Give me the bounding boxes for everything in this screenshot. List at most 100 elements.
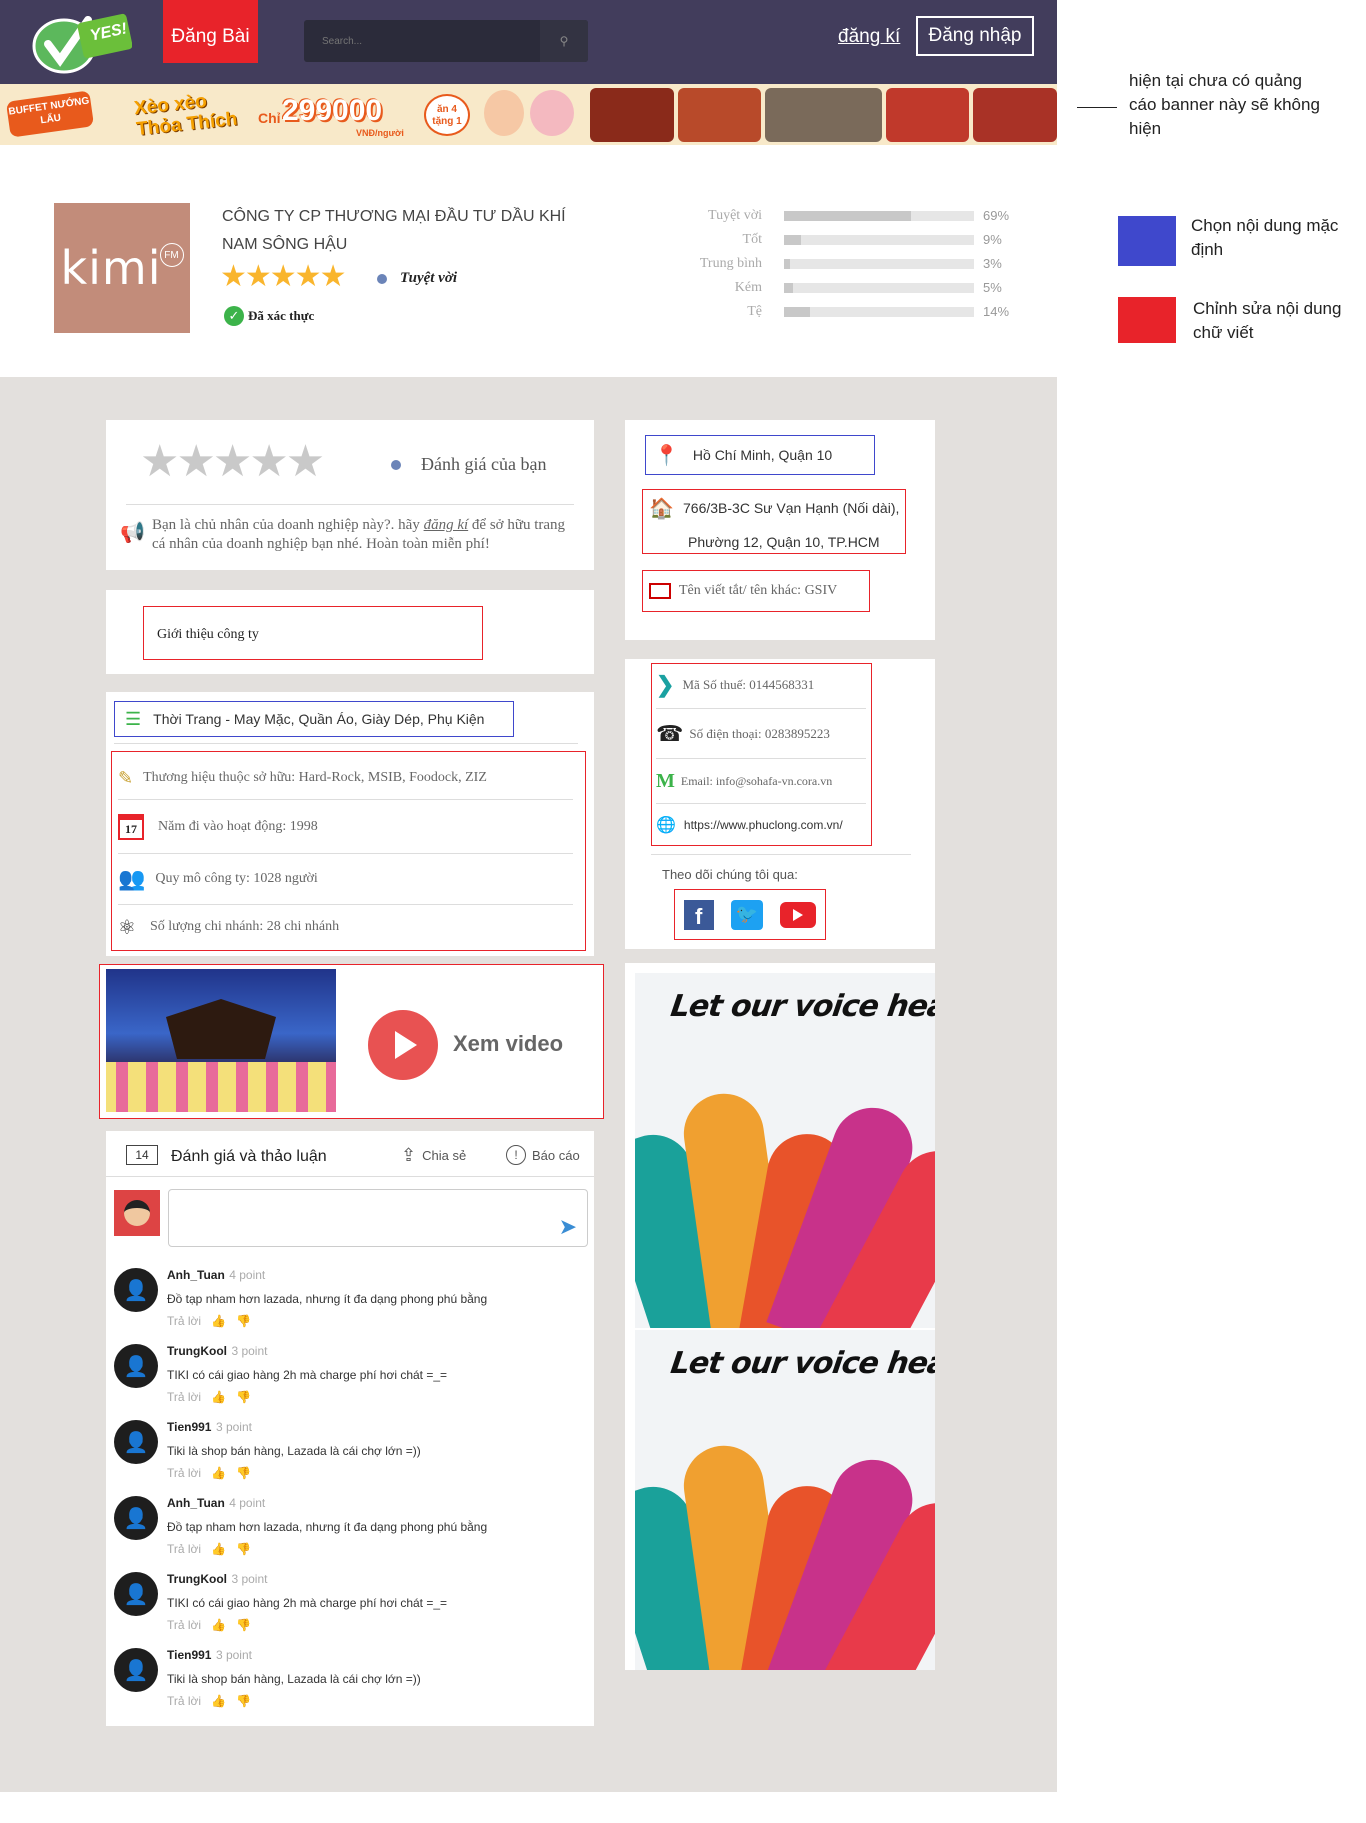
dislike-icon[interactable]: 👎 (236, 1466, 251, 1480)
rating-dot (391, 460, 401, 470)
menu-icon: ☰ (125, 708, 142, 729)
annotation-line (1077, 107, 1117, 108)
info-details[interactable]: ✎ Thương hiệu thuộc sở hữu: Hard-Rock, M… (111, 751, 586, 951)
discussion-title: Đánh giá và thảo luận (171, 1148, 327, 1165)
send-icon[interactable]: ➤ (559, 1214, 577, 1240)
comment-text: Đồ tạp nham hơn lazada, nhưng ít đa dạng… (167, 1520, 488, 1534)
network-icon: ⚛ (118, 916, 136, 939)
user-icon: 👤 (123, 1659, 149, 1682)
red-legend-label: Chỉnh sửa nội dung chữ viết (1193, 299, 1342, 342)
city-select[interactable]: 📍 Hồ Chí Minh, Quận 10 (645, 435, 875, 475)
search-button[interactable]: ⚲ (540, 20, 588, 62)
commenter-name[interactable]: TrungKool (167, 1344, 227, 1358)
verified-badge: ✓ Đã xác thực (224, 306, 314, 326)
user-icon: 👤 (123, 1355, 149, 1378)
reply-button[interactable]: Trả lời (167, 1466, 201, 1480)
globe-icon: 🌐 (656, 817, 676, 834)
commenter-name[interactable]: Anh_Tuan (167, 1496, 225, 1510)
reply-button[interactable]: Trả lời (167, 1390, 201, 1404)
like-icon[interactable]: 👍 (211, 1466, 226, 1480)
website-link[interactable]: https://www.phuclong.com.vn/ (684, 818, 843, 832)
reply-button[interactable]: Trả lời (167, 1694, 201, 1708)
dislike-icon[interactable]: 👎 (236, 1542, 251, 1556)
register-link[interactable]: đăng kí (838, 26, 900, 48)
category-select[interactable]: ☰ Thời Trang - May Mặc, Quần Áo, Giày Dé… (114, 701, 514, 737)
search-input[interactable] (304, 20, 540, 62)
reply-button[interactable]: Trả lời (167, 1314, 201, 1328)
commenter-name[interactable]: TrungKool (167, 1572, 227, 1586)
ad-headline-1: Let our voice heard! (668, 989, 935, 1024)
video-card[interactable]: Xem video (99, 964, 604, 1119)
post-button[interactable]: Đăng Bài (163, 0, 258, 63)
company-rating-stars: ★★★★★ (220, 260, 346, 293)
commenter-name[interactable]: Anh_Tuan (167, 1268, 225, 1282)
comment-text: Đồ tạp nham hơn lazada, nhưng ít đa dạng… (167, 1292, 488, 1306)
rating-row-pct: 14% (983, 304, 1010, 319)
company-rating-label: Tuyệt vời (400, 270, 458, 286)
dislike-icon[interactable]: 👎 (236, 1618, 251, 1632)
ad-banner[interactable]: BUFFET NƯỚNG LẨU Xèo xèo Thỏa Thích Chỉ … (0, 84, 1057, 145)
claim-register-link[interactable]: đăng kí (424, 517, 469, 533)
company-name-line2: NAM SÔNG HẬU (222, 236, 348, 253)
contact-details[interactable]: ❯ Mã Số thuế: 0144568331 ☎ Số điện thoại: … (651, 663, 872, 846)
like-icon[interactable]: 👍 (211, 1694, 226, 1708)
like-icon[interactable]: 👍 (211, 1618, 226, 1632)
location-card: 📍 Hồ Chí Minh, Quận 10 🏠 766/3B-3C Sư Vạ… (625, 420, 935, 640)
comment-input[interactable]: ➤ (168, 1189, 588, 1247)
owner-claim-text: Bạn là chủ nhân của doanh nghiệp này?. h… (152, 517, 566, 552)
your-rating-card: ★★★★★ Đánh giá của bạn 📢 Bạn là chủ nhân… (106, 420, 594, 570)
report-button[interactable]: ! Báo cáo (506, 1145, 580, 1165)
divider (126, 504, 574, 505)
location-pin-icon: 📍 (654, 444, 679, 467)
rating-row-bar (784, 283, 974, 293)
comment-item: 👤 TrungKool 3 point TIKI có cái giao hàng … (114, 1570, 584, 1644)
intro-field[interactable]: Giới thiệu công ty (143, 606, 483, 660)
ad-poster-1[interactable]: Let our voice heard! (635, 973, 935, 1328)
comment-text: TIKI có cái giao hàng 2h mà charge phí h… (167, 1368, 448, 1382)
rating-row-label: Kém (734, 280, 762, 295)
share-button[interactable]: ⇪ Chia sẻ (401, 1145, 466, 1166)
dislike-icon[interactable]: 👎 (236, 1694, 251, 1708)
rating-row-bar (784, 235, 974, 245)
facebook-icon[interactable]: f (683, 899, 714, 930)
like-icon[interactable]: 👍 (211, 1314, 226, 1328)
login-button[interactable]: Đăng nhập (916, 16, 1034, 56)
tax-row: ❯ Mã Số thuế: 0144568331 (656, 672, 815, 697)
company-logo-text: kimi (60, 241, 162, 295)
megaphone-icon: 📢 (120, 522, 145, 544)
rating-row-label: Trung bình (699, 256, 762, 271)
search-bar: ⚲ (304, 20, 588, 62)
social-links[interactable]: f 🐦 (674, 889, 826, 940)
like-icon[interactable]: 👍 (211, 1542, 226, 1556)
search-icon: ⚲ (559, 34, 569, 48)
dislike-icon[interactable]: 👎 (236, 1390, 251, 1404)
size-row: 👥 Quy mô công ty: 1028 người (118, 866, 318, 891)
reply-button[interactable]: Trả lời (167, 1618, 201, 1632)
rating-row: Tốt 9% (660, 230, 1020, 250)
site-logo[interactable]: YES! (30, 6, 133, 74)
brands-row: ✎ Thương hiệu thuộc sở hữu: Hard-Rock, M… (118, 767, 487, 788)
website-row: 🌐 https://www.phuclong.com.vn/ (656, 806, 870, 844)
commenter-points: 3 point (231, 1572, 268, 1586)
follow-label: Theo dõi chúng tôi qua: (662, 867, 798, 882)
play-icon[interactable] (368, 1010, 438, 1080)
your-rating-stars[interactable]: ★★★★★ (140, 436, 325, 487)
comment-text: TIKI có cái giao hàng 2h mà charge phí h… (167, 1596, 448, 1610)
like-icon[interactable]: 👍 (211, 1390, 226, 1404)
dislike-icon[interactable]: 👎 (236, 1314, 251, 1328)
twitter-icon[interactable]: 🐦 (730, 899, 763, 930)
ad-poster-2[interactable]: Let our voice heard! (635, 1330, 935, 1670)
address-field[interactable]: 🏠 766/3B-3C Sư Vạn Hạnh (Nối dài), Phườn… (642, 489, 906, 554)
rating-row-pct: 5% (983, 280, 1002, 295)
commenter-name[interactable]: Tien991 (167, 1420, 211, 1434)
commenter-avatar: 👤 (114, 1420, 158, 1464)
video-label: Xem video (453, 1031, 564, 1056)
reply-button[interactable]: Trả lời (167, 1542, 201, 1556)
user-icon: 👤 (123, 1279, 149, 1302)
calendar-icon: 17 (118, 814, 144, 840)
commenter-name[interactable]: Tien991 (167, 1648, 211, 1662)
alias-field[interactable]: Tên viết tắt/ tên khác: GSIV (642, 570, 870, 612)
youtube-icon[interactable] (780, 901, 817, 928)
hands-graphic (635, 1073, 935, 1328)
commenter-points: 3 point (215, 1420, 252, 1434)
